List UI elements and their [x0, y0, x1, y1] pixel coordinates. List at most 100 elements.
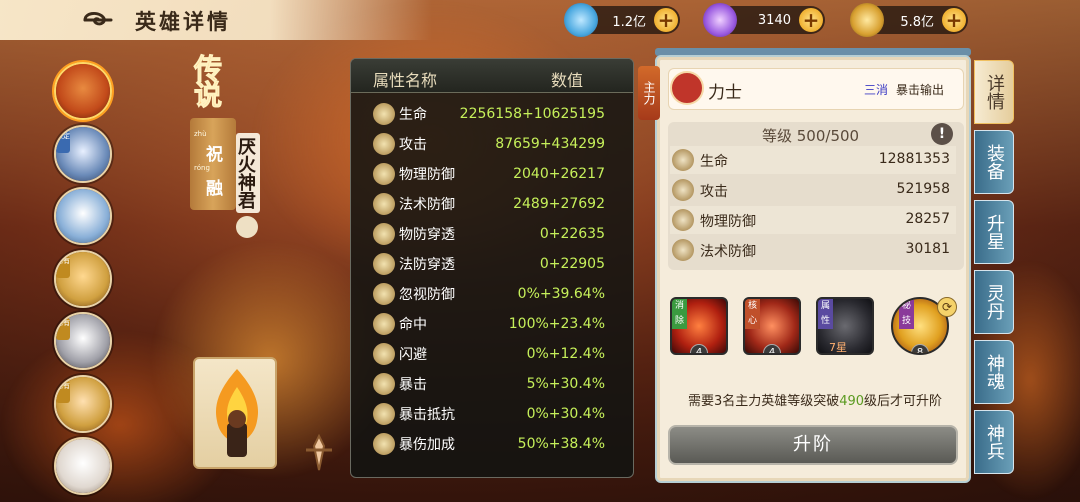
info-button[interactable]: ! [931, 123, 953, 145]
add-orb-button[interactable]: + [799, 8, 823, 32]
currency-diamond: 1.2亿 + [564, 3, 680, 37]
roster-hero-avatar[interactable]: 稀有 [54, 312, 112, 370]
skill-slot[interactable]: 消除 4 [670, 297, 728, 355]
attribute-row: 暴击 5%+30.4% [351, 369, 633, 398]
stat-label: 物理防御 [700, 214, 756, 230]
attribute-value: 2040+26217 [513, 165, 605, 182]
currency-gold: 5.8亿 + [850, 3, 968, 37]
tab-equipment[interactable]: 装备 [974, 130, 1014, 194]
avatar [56, 189, 110, 243]
sword-emblem-icon[interactable] [298, 432, 340, 474]
attribute-row: 忽视防御 0%+39.64% [351, 279, 633, 308]
stat-row: 攻击 521958 [670, 176, 956, 204]
roster-hero-avatar[interactable]: 限定 [54, 124, 112, 183]
tab-details[interactable]: 详情 [974, 60, 1014, 124]
attribute-label: 法术防御 [399, 196, 455, 213]
class-tag: 暴击输出 [896, 83, 945, 97]
attribute-value: 0%+12.4% [526, 345, 605, 362]
attribute-value: 0%+39.64% [517, 285, 605, 302]
add-diamond-button[interactable]: + [654, 8, 678, 32]
attribute-label: 生命 [399, 106, 427, 123]
physical-defense-icon [373, 162, 395, 185]
diamond-gem-icon [564, 3, 598, 37]
warrior-class-icon [670, 71, 704, 105]
attribute-value: 100%+23.4% [508, 315, 605, 332]
physical-pierce-icon [373, 222, 395, 245]
stat-value: 12881353 [878, 151, 950, 167]
upgrade-button[interactable]: 升阶 [668, 425, 958, 465]
roster-hero-avatar[interactable] [54, 187, 112, 245]
roster-hero-avatar[interactable]: 稀有 [54, 374, 112, 433]
breakthrough-level: 490 [839, 394, 865, 409]
attribute-name-header: 属性名称 [373, 71, 438, 90]
attribute-label: 攻击 [399, 136, 427, 153]
roster-hero-avatar[interactable] [54, 437, 112, 495]
hero-tag-badge: 稀有 [56, 318, 70, 340]
crit-resist-icon [373, 402, 395, 425]
roster-hero-avatar[interactable]: 稀有 [54, 249, 112, 308]
attribute-label: 物防穿透 [399, 226, 455, 243]
back-button[interactable] [78, 6, 118, 34]
back-swirl-icon [83, 11, 113, 26]
crit-damage-icon [373, 432, 395, 455]
attribute-label: 暴击 [399, 376, 427, 393]
hero-tag-badge: 限定 [56, 130, 70, 153]
stat-row: 物理防御 28257 [670, 206, 956, 234]
attribute-label: 暴击抵抗 [399, 406, 455, 423]
pinyin: róng [194, 164, 210, 172]
attribute-row: 法术防御 2489+27692 [351, 189, 633, 218]
avatar [56, 439, 110, 493]
class-tag: 三消 [864, 83, 889, 97]
attribute-value-header: 数值 [551, 71, 584, 90]
rarity-label: 传说 [190, 54, 224, 107]
attribute-row: 物理防御 2040+26217 [351, 159, 633, 188]
stat-label: 法术防御 [700, 244, 756, 260]
stat-value: 30181 [905, 241, 950, 257]
magic-defense-icon [373, 192, 395, 215]
attribute-panel: 属性名称 数值 生命 2256158+10625195 攻击 87659+434… [350, 58, 634, 478]
skill-level: 4 [690, 344, 708, 353]
attack-icon [672, 179, 694, 201]
breakthrough-text: 需要3名主力英雄等级突破 [687, 394, 840, 409]
stat-row: 生命 12881353 [670, 146, 956, 174]
scroll-icon[interactable] [236, 216, 258, 238]
skill-level: 4 [763, 344, 781, 353]
attribute-value: 5%+30.4% [526, 375, 605, 392]
attribute-value: 50%+38.4% [517, 435, 605, 452]
attribute-label: 物理防御 [399, 166, 455, 183]
class-name: 力士 [708, 83, 742, 103]
tab-star-up[interactable]: 升星 [974, 200, 1014, 264]
attribute-label: 法防穿透 [399, 256, 455, 273]
attribute-header: 属性名称 数值 [351, 59, 633, 93]
tab-divine-weapon[interactable]: 神兵 [974, 410, 1014, 474]
add-gold-button[interactable]: + [942, 8, 966, 32]
hero-tag-badge: 稀有 [56, 255, 70, 278]
avatar [56, 64, 110, 118]
breakthrough-requirement: 需要3名主力英雄等级突破490级后才可升阶 [670, 390, 960, 409]
tab-soul[interactable]: 神魂 [974, 340, 1014, 404]
page-title: 英雄详情 [135, 10, 231, 34]
hero-name-scroll: zhù 祝 róng 融 [190, 118, 236, 210]
skill-type-badge: 属性 [818, 299, 833, 329]
attribute-row: 闪避 0%+12.4% [351, 339, 633, 368]
tab-elixir[interactable]: 灵丹 [974, 270, 1014, 334]
attribute-row: 生命 2256158+10625195 [351, 99, 633, 128]
attribute-row: 物防穿透 0+22635 [351, 219, 633, 248]
gold-coin-icon [850, 3, 884, 37]
stat-row: 法术防御 30181 [670, 236, 956, 264]
refresh-icon[interactable]: ⟳ [937, 297, 957, 317]
skill-level: 8 [911, 344, 929, 353]
purple-orb-icon [703, 3, 737, 37]
level-text: 等级 500/500 [762, 127, 860, 145]
attribute-row: 命中 100%+23.4% [351, 309, 633, 338]
roster-hero-avatar[interactable] [54, 62, 112, 120]
currency-orb: 3140 + [703, 3, 825, 37]
attribute-row: 暴击抵抗 0%+30.4% [351, 399, 633, 428]
attribute-row: 攻击 87659+434299 [351, 129, 633, 158]
skill-type-badge: 消除 [672, 299, 687, 329]
skill-slot[interactable]: 核心 4 [743, 297, 801, 355]
attribute-row: 法防穿透 0+22905 [351, 249, 633, 278]
flame-hero-sprite-icon [215, 369, 259, 457]
attribute-value: 0+22905 [539, 255, 605, 272]
hero-portrait-card[interactable] [193, 357, 277, 469]
